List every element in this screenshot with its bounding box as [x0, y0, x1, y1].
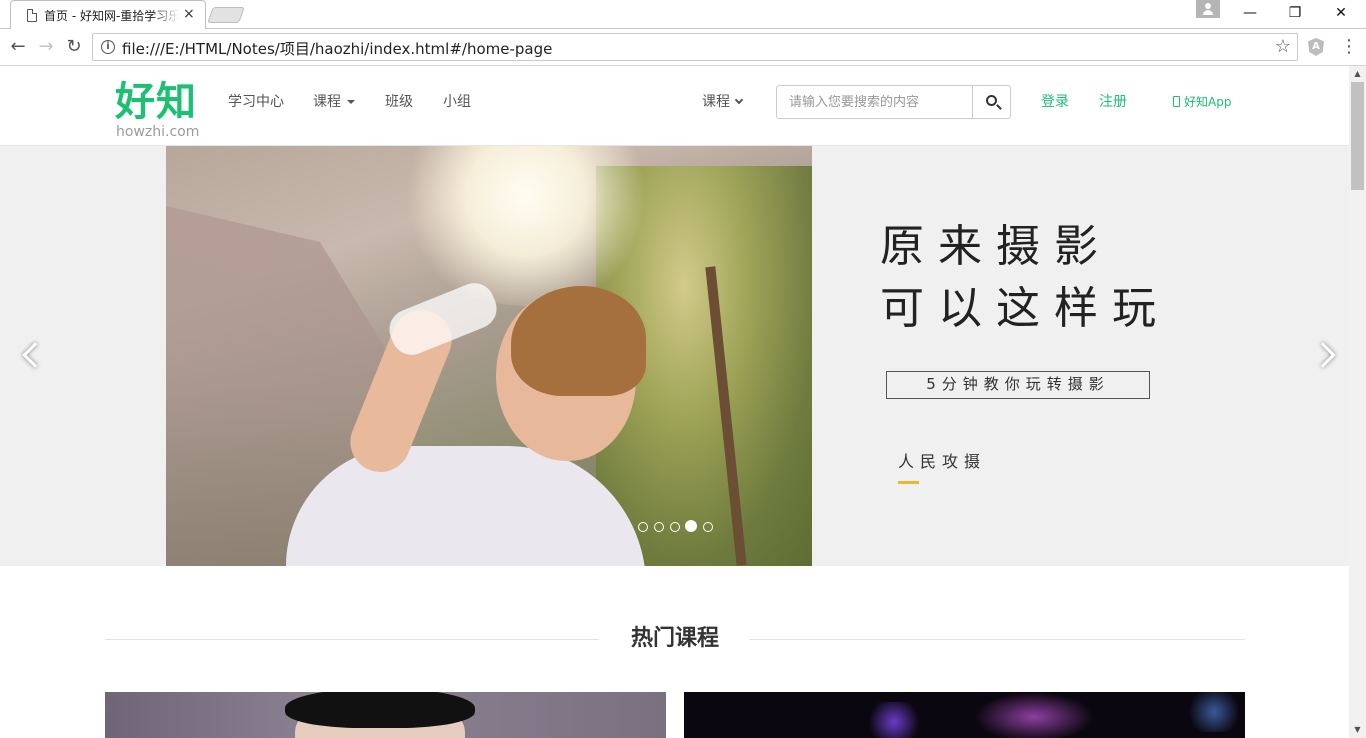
page-viewport: 好知 howzhi.com 学习中心 课程 班级 小组 课程 登录 注册 好知A… [0, 66, 1349, 738]
scroll-up-arrow-icon[interactable]: ▲ [1349, 66, 1366, 82]
slide-caption: 原来摄影 可以这样玩 5分钟教你玩转摄影 人民攻摄 [880, 216, 1170, 484]
photo-person-hair [511, 286, 646, 396]
document-icon [27, 9, 37, 22]
carousel-next-button[interactable] [1310, 338, 1340, 372]
minimize-icon[interactable]: — [1235, 3, 1265, 23]
bookmark-star-icon[interactable]: ☆ [1275, 36, 1291, 58]
url-text[interactable]: file:///E:/HTML/Notes/项目/haozhi/index.ht… [122, 38, 552, 59]
nav-courses-label: 课程 [313, 94, 341, 110]
angular-extension-icon[interactable]: A [1308, 38, 1324, 56]
course-card[interactable] [684, 692, 1245, 738]
site-info-icon[interactable]: i [101, 40, 115, 54]
profile-avatar-icon[interactable] [1196, 0, 1220, 18]
carousel-indicator-active[interactable] [685, 520, 697, 532]
reload-icon[interactable]: ↻ [64, 37, 84, 57]
new-tab-button[interactable] [207, 7, 245, 23]
nav-classes[interactable]: 班级 [385, 93, 413, 111]
slide-subtitle: 5分钟教你玩转摄影 [886, 371, 1150, 399]
search-category-dropdown[interactable]: 课程 [702, 93, 744, 111]
slide-brand-underline [898, 481, 919, 484]
browser-toolbar: ← → ↻ i file:///E:/HTML/Notes/项目/haozhi/… [0, 29, 1366, 66]
logo-domain: howzhi.com [116, 124, 200, 140]
scroll-down-arrow-icon[interactable]: ▼ [1349, 722, 1366, 738]
chevron-right-icon [1310, 342, 1336, 368]
login-link[interactable]: 登录 [1041, 93, 1069, 111]
restore-icon[interactable]: ❐ [1280, 3, 1310, 23]
back-icon[interactable]: ← [8, 37, 28, 57]
carousel-indicator[interactable] [670, 522, 680, 532]
course-card[interactable] [105, 692, 666, 738]
nav-learning-center[interactable]: 学习中心 [228, 93, 284, 111]
browser-menu-icon[interactable]: ⋮ [1340, 36, 1358, 58]
course-thumbnail-light [1184, 692, 1244, 732]
chevron-left-icon [22, 342, 48, 368]
hero-carousel: 原来摄影 可以这样玩 5分钟教你玩转摄影 人民攻摄 [0, 146, 1349, 566]
section-title: 热门课程 [630, 626, 719, 651]
site-header: 好知 howzhi.com 学习中心 课程 班级 小组 课程 登录 注册 好知A… [0, 66, 1349, 146]
hot-courses-heading: 热门课程 [105, 622, 1245, 656]
nav-courses[interactable]: 课程 [313, 93, 355, 111]
slide-photo-boy-drinking[interactable] [166, 146, 812, 566]
site-logo[interactable]: 好知 howzhi.com [115, 78, 215, 140]
tab-title: 首页 - 好知网-重拾学习乐趣 [44, 9, 180, 23]
tab-close-icon[interactable]: × [183, 6, 195, 22]
carousel-indicator[interactable] [638, 522, 648, 532]
register-link[interactable]: 注册 [1099, 93, 1127, 111]
nav-groups[interactable]: 小组 [443, 93, 471, 111]
close-window-icon[interactable]: ✕ [1326, 3, 1356, 23]
search-button[interactable] [972, 86, 1010, 118]
browser-tabstrip: 首页 - 好知网-重拾学习乐趣 × — ❐ ✕ [0, 0, 1366, 29]
slide-title-line-1: 原来摄影 [880, 221, 1112, 272]
browser-tab[interactable]: 首页 - 好知网-重拾学习乐趣 × [10, 0, 206, 29]
app-download-link[interactable]: 好知App [1173, 94, 1231, 110]
course-thumbnail-light [974, 692, 1094, 738]
carousel-prev-button[interactable] [18, 338, 48, 372]
forward-icon[interactable]: → [36, 37, 56, 57]
carousel-indicator[interactable] [703, 522, 713, 532]
logo-text: 好知 [115, 79, 197, 125]
slide-brand: 人民攻摄 [898, 452, 987, 471]
course-thumbnail-hair [285, 692, 475, 728]
vertical-scrollbar[interactable]: ▲ ▼ [1349, 66, 1366, 738]
search-category-label: 课程 [702, 94, 730, 110]
search-box [776, 85, 1011, 119]
slide-title-line-2: 可以这样玩 [880, 283, 1170, 334]
address-bar[interactable]: i file:///E:/HTML/Notes/项目/haozhi/index.… [92, 33, 1298, 61]
course-thumbnail-light [864, 702, 924, 738]
chevron-down-icon [734, 95, 744, 105]
caret-down-icon [347, 100, 355, 104]
app-link-label: 好知App [1184, 95, 1232, 109]
search-input[interactable] [777, 86, 972, 118]
scrollbar-thumb[interactable] [1351, 82, 1364, 190]
carousel-indicator[interactable] [654, 522, 664, 532]
mobile-phone-icon [1173, 96, 1180, 107]
search-icon [986, 95, 997, 106]
